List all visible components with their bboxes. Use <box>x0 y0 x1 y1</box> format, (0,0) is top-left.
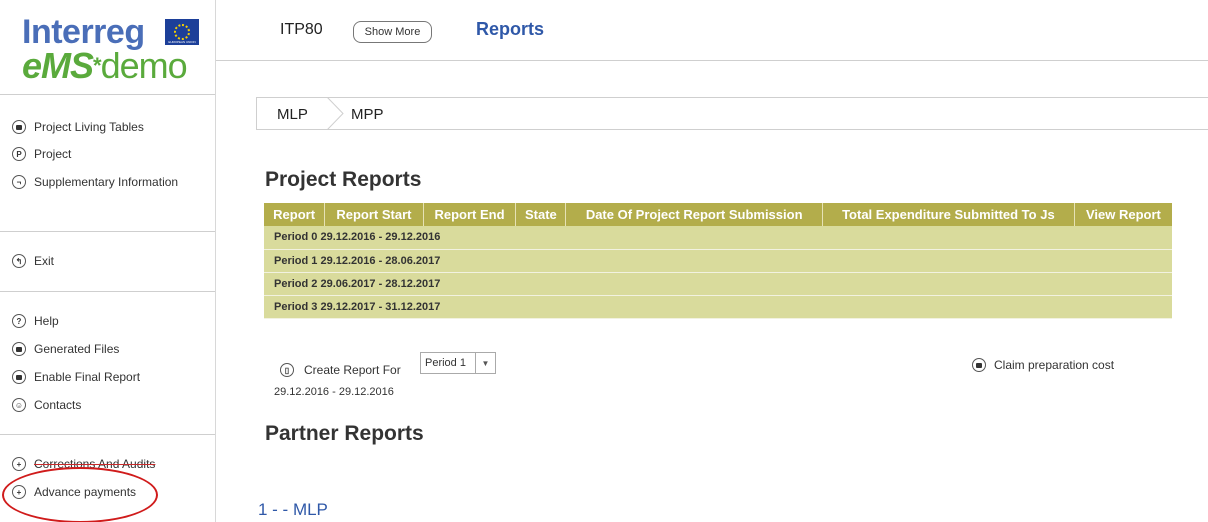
create-report-button[interactable]: ▯ Create Report For <box>280 360 401 380</box>
header: ITP80 Show More Reports <box>216 0 1208 60</box>
column-header[interactable]: Date Of Project Report Submission <box>565 203 823 226</box>
sidebar-item-exit[interactable]: ↰ Exit <box>12 251 54 271</box>
sidebar-item-corrections-and-audits[interactable]: + Corrections And Audits <box>12 454 155 474</box>
eu-flag-icon: EUROPEAN UNION <box>165 19 199 45</box>
sidebar-item-supplementary-information[interactable]: ¬ Supplementary Information <box>12 172 178 192</box>
breadcrumb: MLP MPP <box>256 97 1208 130</box>
sidebar-divider <box>0 434 215 435</box>
breadcrumb-item-mlp[interactable]: MLP <box>277 106 308 123</box>
sidebar-divider <box>0 291 215 292</box>
plus-icon: + <box>12 457 26 471</box>
sidebar-item-label: Project <box>34 147 72 161</box>
table-header-row: Report Report Start Report End State Dat… <box>264 203 1172 226</box>
claim-preparation-label: Claim preparation cost <box>994 358 1115 372</box>
create-report-dates: 29.12.2016 - 29.12.2016 <box>274 386 394 398</box>
sidebar-item-label: Project Living Tables <box>34 120 144 134</box>
table-row[interactable]: Period 3 29.12.2017 - 31.12.2017 <box>264 295 1172 319</box>
project-code: ITP80 <box>280 21 323 38</box>
period-select-value: Period 1 <box>425 357 466 369</box>
show-more-button[interactable]: Show More <box>353 21 432 43</box>
column-header[interactable]: View Report <box>1074 203 1172 226</box>
sidebar-item-label: Corrections And Audits <box>34 457 156 471</box>
period-group-label: Period 3 29.12.2017 - 31.12.2017 <box>264 295 1172 319</box>
period-select[interactable]: Period 1 ▼ <box>420 352 496 374</box>
create-report-icon: ▯ <box>280 363 294 377</box>
period-group-label: Period 1 29.12.2016 - 28.06.2017 <box>264 249 1172 273</box>
sidebar-item-label: Help <box>34 314 59 328</box>
sidebar-item-project-living-tables[interactable]: Project Living Tables <box>12 117 144 137</box>
column-header[interactable]: Total Expenditure Submitted To Js <box>822 203 1075 226</box>
page-title: Reports <box>476 19 545 39</box>
column-header[interactable]: Report <box>264 203 326 226</box>
contacts-icon: ☺ <box>12 398 26 412</box>
sidebar-item-label: Contacts <box>34 398 82 412</box>
sidebar: Interreg EUROPEAN UNION eMS*demo Project… <box>0 0 216 522</box>
logo-star-icon: * <box>93 53 102 78</box>
sidebar-divider <box>0 94 215 95</box>
project-icon: P <box>12 147 26 161</box>
column-header[interactable]: State <box>515 203 567 226</box>
breadcrumb-separator-icon <box>326 97 344 130</box>
plus-icon: + <box>12 485 26 499</box>
sidebar-item-help[interactable]: ? Help <box>12 311 59 331</box>
sidebar-item-label: Generated Files <box>34 342 120 356</box>
sidebar-item-label: Advance payments <box>34 485 137 499</box>
sidebar-item-enable-final-report[interactable]: Enable Final Report <box>12 367 140 387</box>
interreg-ems-logo[interactable]: Interreg EUROPEAN UNION eMS*demo <box>22 12 212 86</box>
sidebar-item-project[interactable]: P Project <box>12 144 71 164</box>
info-icon: ¬ <box>12 175 26 189</box>
files-icon <box>12 342 26 356</box>
partner-reports-title: Partner Reports <box>265 422 424 445</box>
sidebar-item-label: Supplementary Information <box>34 175 179 189</box>
claim-preparation-cost-button[interactable]: Claim preparation cost <box>972 355 1114 375</box>
sidebar-item-generated-files[interactable]: Generated Files <box>12 339 119 359</box>
exit-icon: ↰ <box>12 254 26 268</box>
table-row[interactable]: Period 0 29.12.2016 - 29.12.2016 <box>264 226 1172 250</box>
logo-ems-text: eMS <box>22 45 94 86</box>
sidebar-item-label: Exit <box>34 254 55 268</box>
sidebar-divider <box>0 231 215 232</box>
square-icon <box>12 120 26 134</box>
project-reports-title: Project Reports <box>265 168 422 191</box>
chevron-down-icon: ▼ <box>475 353 495 373</box>
help-icon: ? <box>12 314 26 328</box>
period-group-label: Period 2 29.06.2017 - 28.12.2017 <box>264 272 1172 296</box>
create-report-label: Create Report For <box>304 363 401 377</box>
project-reports-table: Report Report Start Report End State Dat… <box>264 203 1172 319</box>
column-header[interactable]: Report End <box>423 203 517 226</box>
partner-link-mlp[interactable]: 1 - - MLP <box>258 500 328 520</box>
logo-ems-demo: eMS*demo <box>22 45 188 86</box>
sidebar-item-contacts[interactable]: ☺ Contacts <box>12 395 81 415</box>
sidebar-item-label: Enable Final Report <box>34 370 141 384</box>
column-header[interactable]: Report Start <box>324 203 424 226</box>
sidebar-item-advance-payments[interactable]: + Advance payments <box>12 482 136 502</box>
logo-demo-text: demo <box>100 45 188 86</box>
square-icon <box>972 358 986 372</box>
header-divider <box>216 60 1208 61</box>
period-group-label: Period 0 29.12.2016 - 29.12.2016 <box>264 226 1172 250</box>
table-row[interactable]: Period 2 29.06.2017 - 28.12.2017 <box>264 272 1172 296</box>
flag-caption: EUROPEAN UNION <box>168 40 196 44</box>
table-row[interactable]: Period 1 29.12.2016 - 28.06.2017 <box>264 249 1172 273</box>
final-report-icon <box>12 370 26 384</box>
breadcrumb-item-mpp[interactable]: MPP <box>351 106 384 123</box>
